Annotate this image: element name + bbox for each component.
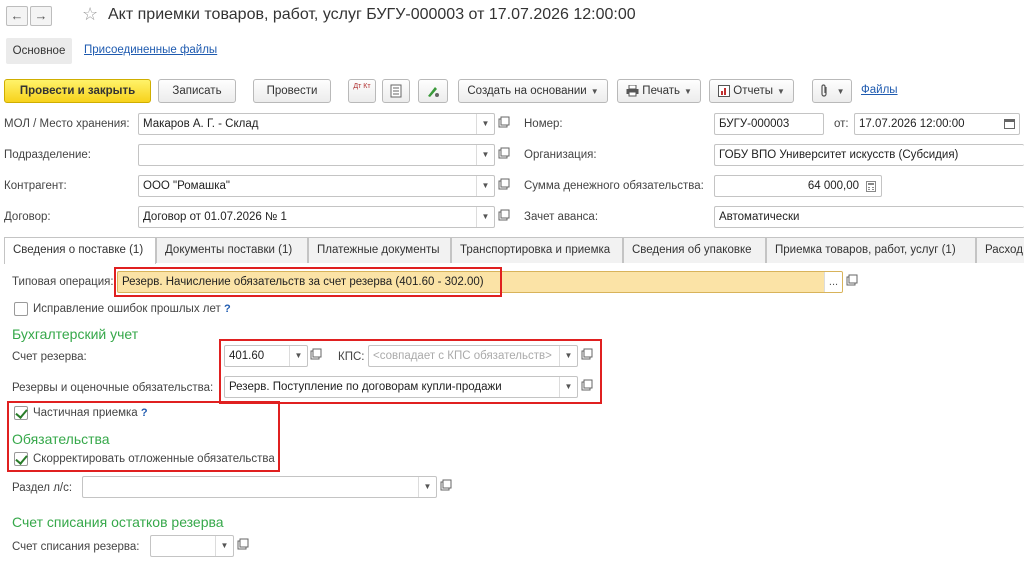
open-icon[interactable]: [498, 147, 514, 163]
contract-label: Договор:: [4, 211, 51, 223]
mol-label: МОЛ / Место хранения:: [4, 118, 130, 130]
calculator-icon[interactable]: [866, 181, 876, 192]
tab-payment-documents[interactable]: Платежные документы: [308, 237, 451, 263]
writeoff-account-field[interactable]: ▼: [150, 535, 234, 557]
report-icon: [718, 84, 731, 97]
open-icon[interactable]: [498, 178, 514, 194]
obligation-sum-field[interactable]: 64 000,00: [714, 175, 882, 197]
tab-expense[interactable]: Расход: [976, 237, 1024, 263]
chevron-down-icon[interactable]: ▼: [476, 145, 494, 165]
partial-acceptance-checkbox[interactable]: [14, 406, 28, 420]
post-and-close-button[interactable]: Провести и закрыть: [4, 79, 151, 103]
tab-transport-acceptance[interactable]: Транспортировка и приемка: [451, 237, 623, 263]
tab-delivery-documents[interactable]: Документы поставки (1): [156, 237, 308, 263]
writeoff-section-title: Счет списания остатков резерва: [12, 514, 224, 530]
help-icon[interactable]: ?: [141, 407, 148, 419]
reserve-account-label: Счет резерва:: [12, 351, 87, 363]
date-field[interactable]: 17.07.2026 12:00:00: [854, 113, 1020, 135]
open-icon[interactable]: [310, 348, 326, 364]
chevron-down-icon[interactable]: ▼: [559, 346, 577, 366]
document-tabs: Сведения о поставке (1) Документы постав…: [4, 237, 1024, 264]
forward-button[interactable]: →: [30, 6, 52, 26]
calendar-icon[interactable]: [1004, 118, 1015, 129]
open-icon[interactable]: [846, 274, 862, 290]
attached-files-link[interactable]: Присоединенные файлы: [84, 44, 217, 56]
create-based-on-button[interactable]: Создать на основании ▼: [458, 79, 608, 103]
page-title: Акт приемки товаров, работ, услуг БУГУ-0…: [108, 6, 636, 23]
organization-field[interactable]: ГОБУ ВПО Университет искусств (Субсидия): [714, 144, 1024, 166]
division-field[interactable]: ▼: [138, 144, 495, 166]
favorite-star-icon[interactable]: ☆: [82, 4, 98, 25]
fix-errors-label: Исправление ошибок прошлых лет ?: [33, 303, 231, 315]
list-button[interactable]: [382, 79, 410, 103]
mol-field[interactable]: Макаров А. Г. - Склад ▼: [138, 113, 495, 135]
document-list-icon: [390, 84, 402, 98]
chevron-down-icon[interactable]: ▼: [476, 176, 494, 196]
obligation-sum-label: Сумма денежного обязательства:: [524, 180, 704, 192]
number-label: Номер:: [524, 118, 563, 130]
fix-errors-checkbox[interactable]: [14, 302, 28, 316]
save-button[interactable]: Записать: [158, 79, 236, 103]
partial-acceptance-label: Частичная приемка ?: [33, 407, 148, 419]
chevron-down-icon[interactable]: ▼: [476, 207, 494, 227]
ls-section-field[interactable]: ▼: [82, 476, 437, 498]
typical-operation-field[interactable]: Резерв. Начисление обязательств за счет …: [117, 271, 843, 293]
counterparty-field[interactable]: ООО "Ромашка" ▼: [138, 175, 495, 197]
reports-button[interactable]: Отчеты ▼: [709, 79, 794, 103]
tab-main[interactable]: Основное: [6, 38, 72, 64]
back-button[interactable]: ←: [6, 6, 28, 26]
ls-section-label: Раздел л/с:: [12, 482, 73, 494]
division-label: Подразделение:: [4, 149, 91, 161]
dt-kt-icon: Дт Кт: [353, 83, 371, 90]
open-icon[interactable]: [498, 209, 514, 225]
accounting-section-title: Бухгалтерский учет: [12, 326, 139, 342]
adjust-deferred-label: Скорректировать отложенные обязательства: [33, 453, 275, 465]
tab-goods-acceptance[interactable]: Приемка товаров, работ, услуг (1): [766, 237, 976, 263]
help-icon[interactable]: ?: [224, 303, 231, 315]
open-icon[interactable]: [237, 538, 253, 554]
kps-label: КПС:: [338, 351, 365, 363]
more-icon[interactable]: ...: [824, 272, 842, 292]
chevron-down-icon[interactable]: ▼: [418, 477, 436, 497]
open-icon[interactable]: [440, 479, 456, 495]
adjust-deferred-checkbox[interactable]: [14, 452, 28, 466]
attach-button[interactable]: ▼: [812, 79, 852, 103]
chevron-down-icon[interactable]: ▼: [559, 377, 577, 397]
advance-offset-field[interactable]: Автоматически: [714, 206, 1024, 228]
files-link[interactable]: Файлы: [861, 84, 898, 96]
chevron-down-icon[interactable]: ▼: [215, 536, 233, 556]
contract-field[interactable]: Договор от 01.07.2026 № 1 ▼: [138, 206, 495, 228]
reserves-label: Резервы и оценочные обязательства:: [12, 382, 214, 394]
tab-delivery-info[interactable]: Сведения о поставке (1): [4, 237, 156, 264]
dt-kt-button[interactable]: Дт Кт: [348, 79, 376, 103]
open-icon[interactable]: [581, 348, 597, 364]
typical-operation-label: Типовая операция:: [12, 276, 114, 288]
structure-button[interactable]: [418, 79, 448, 103]
chevron-down-icon[interactable]: ▼: [289, 346, 307, 366]
reserve-account-field[interactable]: 401.60 ▼: [224, 345, 308, 367]
open-icon[interactable]: [581, 379, 597, 395]
open-icon[interactable]: [498, 116, 514, 132]
tab-packaging-info[interactable]: Сведения об упаковке: [623, 237, 766, 263]
pen-structure-icon: [428, 86, 439, 97]
organization-label: Организация:: [524, 149, 597, 161]
date-from-label: от:: [834, 118, 849, 130]
advance-offset-label: Зачет аванса:: [524, 211, 599, 223]
forward-icon: →: [34, 8, 48, 23]
printer-icon: [626, 84, 639, 97]
number-field[interactable]: БУГУ-000003: [714, 113, 824, 135]
post-button[interactable]: Провести: [253, 79, 331, 103]
counterparty-label: Контрагент:: [4, 180, 67, 192]
reserves-field[interactable]: Резерв. Поступление по договорам купли-п…: [224, 376, 578, 398]
obligations-section-title: Обязательства: [12, 431, 110, 447]
chevron-down-icon[interactable]: ▼: [476, 114, 494, 134]
kps-field[interactable]: <совпадает с КПС обязательств> ▼: [368, 345, 578, 367]
paperclip-icon: [821, 84, 828, 97]
back-icon: ←: [10, 8, 24, 23]
print-button[interactable]: Печать ▼: [617, 79, 701, 103]
writeoff-account-label: Счет списания резерва:: [12, 541, 140, 553]
